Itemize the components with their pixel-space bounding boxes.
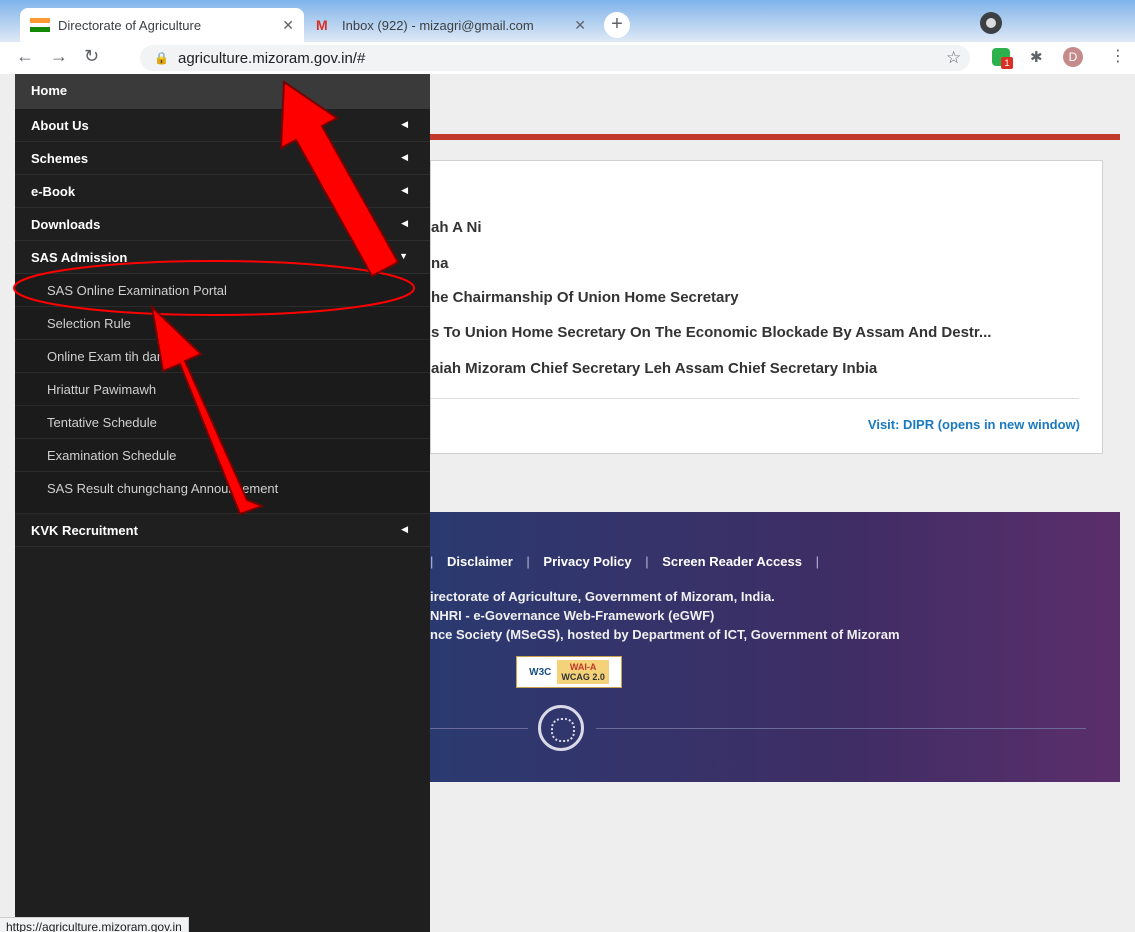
ashoka-chakra-emblem-icon <box>538 705 584 751</box>
url-text: agriculture.mizoram.gov.in/# <box>178 50 366 67</box>
status-bar-url: https://agriculture.mizoram.gov.in <box>0 917 189 932</box>
submenu-item-examination-schedule[interactable]: Examination Schedule <box>15 439 430 472</box>
wcag-level-tag: WAI-A WCAG 2.0 <box>557 660 609 684</box>
w3c-wcag-badge[interactable]: W3C WAI-A WCAG 2.0 <box>516 656 622 688</box>
wcag-version-label: WCAG 2.0 <box>561 672 605 682</box>
news-divider <box>431 398 1079 399</box>
close-tab-icon[interactable]: ✕ <box>282 17 294 34</box>
web-page: ah A Ni na he Chairmanship Of Union Home… <box>0 74 1135 932</box>
submenu-item-label: Tentative Schedule <box>47 415 157 430</box>
caret-left-icon: ◀ <box>401 152 408 162</box>
sidebar-item-downloads[interactable]: Downloads ◀ <box>15 208 430 241</box>
visit-dipr-link[interactable]: Visit: DIPR (opens in new window) <box>868 417 1080 432</box>
submenu-item-label: SAS Online Examination Portal <box>47 283 227 298</box>
tab-title: Inbox (922) - mizagri@gmail.com <box>342 17 534 33</box>
submenu-item-online-exam[interactable]: Online Exam tih dan tur <box>15 340 430 373</box>
extension-badge: 1 <box>1001 57 1013 69</box>
news-item[interactable]: ah A Ni <box>431 219 482 236</box>
header-red-rule <box>430 134 1120 140</box>
news-item[interactable]: he Chairmanship Of Union Home Secretary <box>431 289 739 306</box>
sidebar-item-label: About Us <box>31 118 89 133</box>
news-item[interactable]: na <box>431 255 449 272</box>
sidebar-item-kvk-recruitment[interactable]: KVK Recruitment ◀ <box>15 514 430 547</box>
incognito-indicator-icon <box>980 12 1002 34</box>
forward-arrow-icon[interactable]: → <box>50 46 68 67</box>
w3c-logo-text: W3C <box>529 666 552 678</box>
sidebar-menu: Home About Us ◀ Schemes ◀ e-Book ◀ Downl… <box>15 74 430 932</box>
caret-left-icon: ◀ <box>401 119 408 129</box>
browser-toolbar: ← → ↻ 🔒 agriculture.mizoram.gov.in/# ☆ 1… <box>0 42 1135 74</box>
footer-link-privacy-policy[interactable]: Privacy Policy <box>543 554 631 569</box>
sidebar-item-label: Schemes <box>31 151 89 166</box>
footer-copyright: irectorate of Agriculture, Government of… <box>430 589 775 604</box>
sidebar-item-e-book[interactable]: e-Book ◀ <box>15 175 430 208</box>
back-arrow-icon[interactable]: ← <box>16 46 34 67</box>
footer-hosting: nce Society (MSeGS), hosted by Departmen… <box>430 627 900 642</box>
sidebar-item-sas-admission[interactable]: SAS Admission ▼ <box>15 241 430 274</box>
submenu-item-label: Online Exam tih dan tur <box>47 349 183 364</box>
extensions-puzzle-icon[interactable]: ✱ <box>1030 48 1043 66</box>
submenu-item-label: Examination Schedule <box>47 448 177 463</box>
sidebar-item-label: SAS Admission <box>31 250 128 265</box>
close-tab-icon[interactable]: ✕ <box>574 17 586 34</box>
profile-avatar[interactable]: D <box>1063 47 1083 67</box>
footer-link-screen-reader-access[interactable]: Screen Reader Access <box>662 554 802 569</box>
submenu-item-tentative-schedule[interactable]: Tentative Schedule <box>15 406 430 439</box>
news-panel: ah A Ni na he Chairmanship Of Union Home… <box>430 160 1103 454</box>
tab-title: Directorate of Agriculture <box>58 17 202 33</box>
submenu-item-hriattur-pawimawh[interactable]: Hriattur Pawimawh <box>15 373 430 406</box>
screenshot-frame: Directorate of Agriculture ✕ M Inbox (92… <box>0 0 1135 932</box>
tab-directorate-of-agriculture[interactable]: Directorate of Agriculture ✕ <box>20 8 304 42</box>
menu-kebab-icon[interactable]: ⋮ <box>1110 46 1126 66</box>
sidebar-item-label: e-Book <box>31 184 76 199</box>
address-bar[interactable]: 🔒 agriculture.mizoram.gov.in/# ☆ <box>140 45 970 71</box>
footer-links: | Disclaimer | Privacy Policy | Screen R… <box>430 554 819 569</box>
sidebar-item-label: Home <box>31 83 68 98</box>
emblem-rule-left <box>430 728 528 729</box>
new-tab-button[interactable]: + <box>604 12 630 38</box>
lock-icon: 🔒 <box>154 51 169 65</box>
shield-extension-icon[interactable]: 1 <box>992 48 1013 69</box>
caret-down-icon: ▼ <box>399 251 408 261</box>
caret-left-icon: ◀ <box>401 218 408 228</box>
sidebar-item-about-us[interactable]: About Us ◀ <box>15 109 430 142</box>
bookmark-star-icon[interactable]: ☆ <box>946 48 961 68</box>
submenu-item-label: SAS Result chungchang Announcement <box>47 481 279 496</box>
sidebar-item-schemes[interactable]: Schemes ◀ <box>15 142 430 175</box>
sidebar-item-label: KVK Recruitment <box>31 523 138 538</box>
news-item[interactable]: s To Union Home Secretary On The Economi… <box>431 324 991 341</box>
submenu-item-label: Selection Rule <box>47 316 131 331</box>
tab-gmail-inbox[interactable]: M Inbox (922) - mizagri@gmail.com ✕ <box>306 8 596 42</box>
news-item[interactable]: aiah Mizoram Chief Secretary Leh Assam C… <box>431 360 877 377</box>
submenu-item-sas-result-announcement[interactable]: SAS Result chungchang Announcement <box>15 472 430 514</box>
india-flag-icon <box>30 18 50 33</box>
reload-icon[interactable]: ↻ <box>84 46 99 67</box>
site-footer: | Disclaimer | Privacy Policy | Screen R… <box>430 512 1120 782</box>
sidebar-item-label: Downloads <box>31 217 101 232</box>
submenu-item-sas-online-examination-portal[interactable]: SAS Online Examination Portal <box>15 274 430 307</box>
gmail-icon: M <box>316 17 328 33</box>
submenu-item-label: Hriattur Pawimawh <box>47 382 157 397</box>
footer-link-disclaimer[interactable]: Disclaimer <box>447 554 513 569</box>
caret-left-icon: ◀ <box>401 185 408 195</box>
emblem-rule-right <box>596 728 1086 729</box>
sidebar-item-home[interactable]: Home <box>15 74 430 109</box>
footer-framework: NHRI - e-Governance Web-Framework (eGWF) <box>430 608 715 623</box>
submenu-item-selection-rule[interactable]: Selection Rule <box>15 307 430 340</box>
caret-left-icon: ◀ <box>401 524 408 534</box>
wai-a-label: WAI-A <box>569 662 597 672</box>
